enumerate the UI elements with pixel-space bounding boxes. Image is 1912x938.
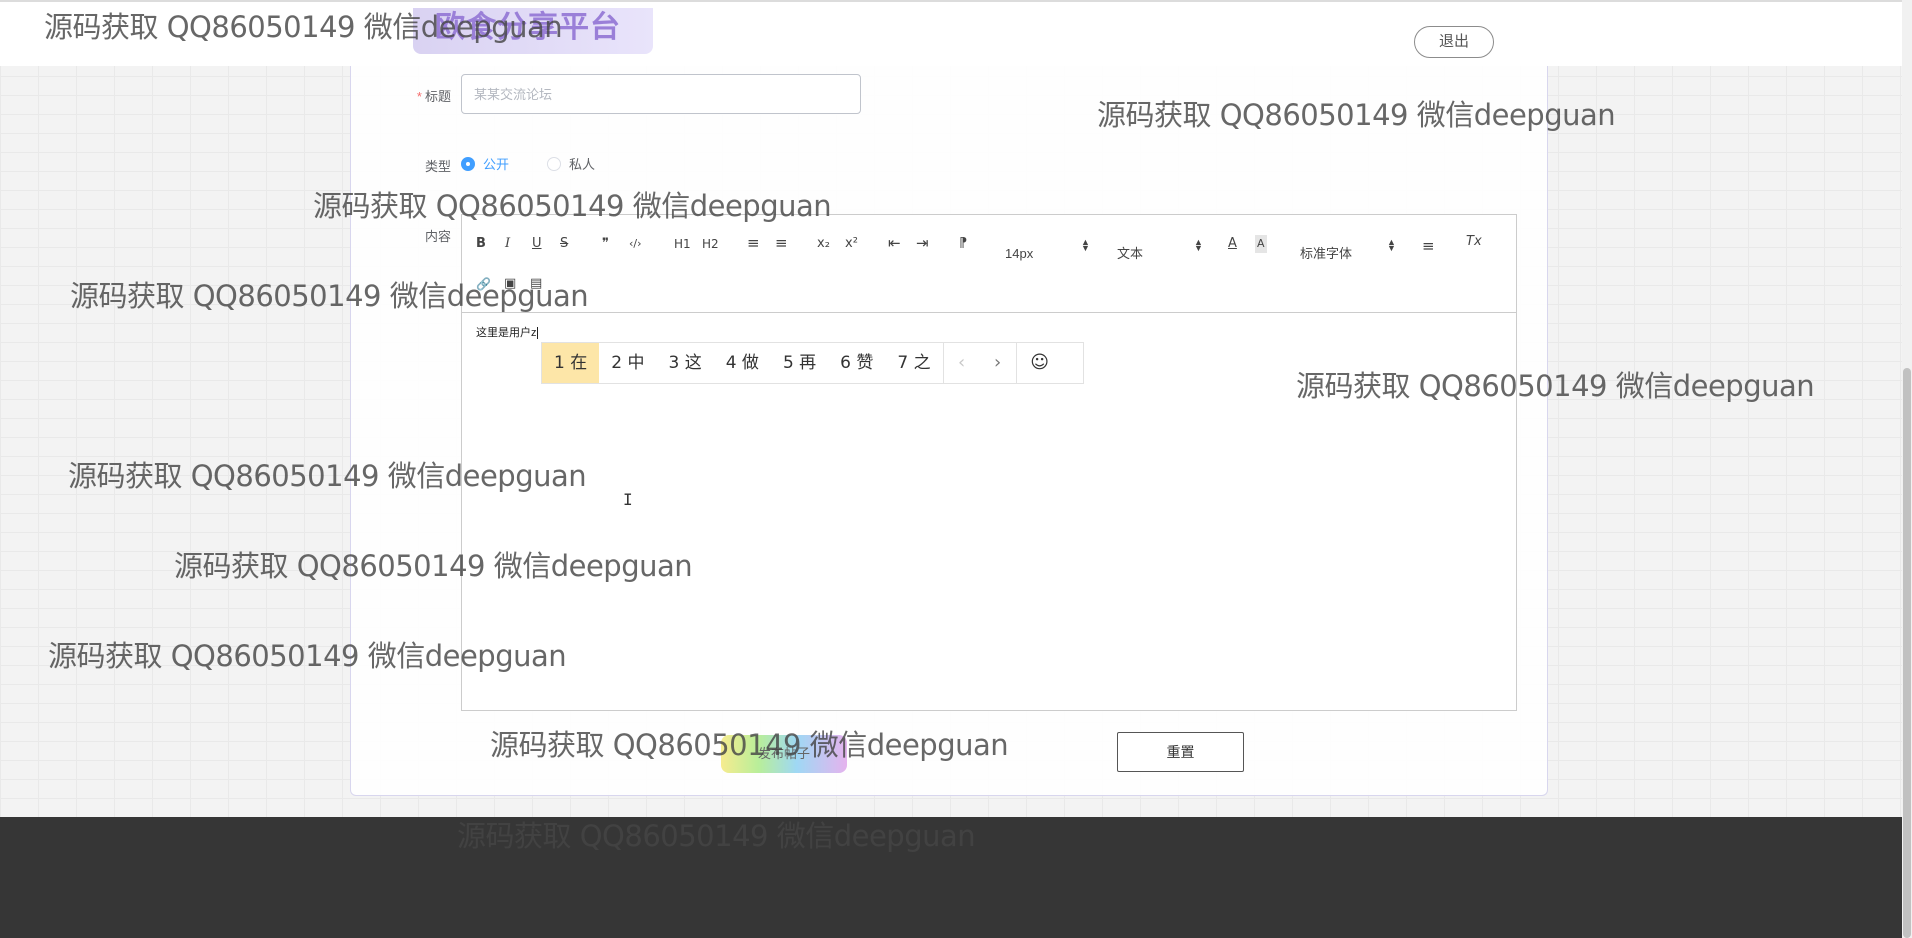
text-cursor-icon: I <box>623 490 633 509</box>
ime-next-icon[interactable]: › <box>980 343 1016 383</box>
ime-candidate-bar: 1 在 2 中 3 这 4 做 5 再 6 赞 7 之 ‹ › ☺ <box>541 342 1084 384</box>
radio-unchecked-icon <box>547 156 562 171</box>
type-label: 类型 <box>424 159 451 174</box>
ime-prev-icon[interactable]: ‹ <box>944 343 980 383</box>
scrollbar-thumb[interactable] <box>1903 368 1911 938</box>
type-radio-group: 公开 私人 <box>461 154 633 173</box>
reset-button[interactable]: 重置 <box>1117 732 1244 772</box>
font-family-select[interactable]: 标准字体 <box>1300 245 1352 263</box>
video-icon[interactable]: ▤ <box>530 275 542 293</box>
font-color-icon[interactable]: A <box>1228 235 1237 253</box>
page-footer <box>0 817 1902 938</box>
title-input[interactable] <box>461 74 861 114</box>
submit-post-button[interactable]: 发布帖子 <box>721 735 847 773</box>
ime-candidate[interactable]: 3 这 <box>656 343 713 383</box>
outdent-icon[interactable]: ⇤ <box>888 234 901 252</box>
ime-candidate[interactable]: 1 在 <box>542 343 600 383</box>
editor-toolbar: B I U S ❞ ‹/› H1 H2 ≡ ≡ x₂ x² ⇤ ⇥ ⁋ 14px… <box>462 215 1516 313</box>
text-direction-icon[interactable]: ⁋ <box>959 235 967 253</box>
site-logo: 欧食分享平台 <box>413 8 653 54</box>
size-select-arrow-icon: ▲ ▼ <box>1081 237 1090 253</box>
editor-content[interactable]: 这里是用户z <box>476 324 538 340</box>
ime-candidate[interactable]: 7 之 <box>885 343 942 383</box>
title-label: * 标题 <box>416 89 451 104</box>
type-radio-public[interactable]: 公开 <box>461 154 509 173</box>
ordered-list-icon[interactable]: ≡ <box>747 234 760 252</box>
text-caret <box>536 327 538 340</box>
font-select-arrow-icon: ▲ ▼ <box>1387 237 1396 253</box>
ime-emoji-icon[interactable]: ☺ <box>1017 343 1063 383</box>
ime-candidate[interactable]: 4 做 <box>714 343 771 383</box>
italic-icon[interactable]: I <box>505 235 510 253</box>
ime-candidate[interactable]: 5 再 <box>771 343 828 383</box>
h2-icon[interactable]: H2 <box>702 235 719 253</box>
bold-icon[interactable]: B <box>476 235 486 253</box>
code-icon[interactable]: ‹/› <box>629 235 642 253</box>
subscript-icon[interactable]: x₂ <box>817 235 830 253</box>
clear-format-icon[interactable]: Tx <box>1466 233 1482 251</box>
ime-candidate[interactable]: 2 中 <box>599 343 656 383</box>
blockquote-icon[interactable]: ❞ <box>602 235 609 253</box>
content-label: 内容 <box>424 229 451 244</box>
background-color-icon[interactable]: A <box>1255 235 1267 253</box>
header-format-select[interactable]: 文本 <box>1117 245 1143 263</box>
bullet-list-icon[interactable]: ≡ <box>775 234 788 252</box>
rich-text-editor: B I U S ❞ ‹/› H1 H2 ≡ ≡ x₂ x² ⇤ ⇥ ⁋ 14px… <box>461 214 1517 711</box>
indent-icon[interactable]: ⇥ <box>916 234 929 252</box>
h1-icon[interactable]: H1 <box>674 235 691 253</box>
type-radio-private[interactable]: 私人 <box>547 154 595 173</box>
align-icon[interactable]: ≡ <box>1422 237 1435 255</box>
underline-icon[interactable]: U <box>532 235 542 253</box>
strike-icon[interactable]: S <box>560 235 568 253</box>
superscript-icon[interactable]: x² <box>845 235 858 253</box>
page-scrollbar[interactable] <box>1902 0 1912 938</box>
radio-checked-icon <box>461 156 475 171</box>
font-size-select[interactable]: 14px <box>1005 245 1033 263</box>
top-header: 欧食分享平台 退出 <box>0 0 1902 66</box>
link-icon[interactable]: 🔗 <box>476 275 491 293</box>
ime-candidate[interactable]: 6 赞 <box>828 343 885 383</box>
logout-button[interactable]: 退出 <box>1414 26 1494 58</box>
image-icon[interactable]: ▣ <box>504 275 516 293</box>
header-select-arrow-icon: ▲ ▼ <box>1194 237 1203 253</box>
